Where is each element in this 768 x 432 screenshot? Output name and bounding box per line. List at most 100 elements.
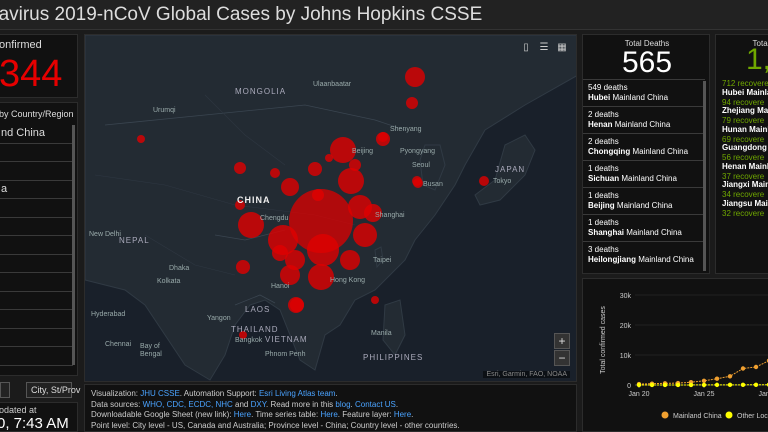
list-item[interactable]: 549 deaths Hubei Mainland China — [583, 79, 705, 106]
case-bubble[interactable] — [413, 178, 423, 188]
feature-layer-link[interactable]: Here — [394, 410, 411, 419]
map-label-dhaka: Dhaka — [169, 265, 190, 272]
case-bubble[interactable] — [325, 154, 333, 162]
jhu-csse-link[interactable]: JHU CSSE — [140, 389, 180, 398]
list-item[interactable] — [0, 347, 73, 366]
esri-living-atlas-link[interactable]: Esri Living Atlas team — [259, 389, 335, 398]
total-recovered-panel[interactable]: Total 1, 712 recovereHubei Mainland 94 r… — [715, 34, 768, 274]
list-item[interactable]: 1 deaths Beijing Mainland China — [583, 187, 705, 214]
confirmed-cases-chart-panel[interactable]: Total confirmed cases 0 10k 20k 30k Jan 20 Jan… — [582, 278, 768, 432]
info-line-visualization: Visualization: JHU CSSE. Automation Supp… — [91, 389, 570, 400]
total-confirmed-panel: onfirmed 344 — [0, 34, 78, 98]
case-bubble[interactable] — [371, 296, 379, 304]
legend-list-icon[interactable]: ☰ — [537, 41, 551, 55]
map-label-chengdu: Chengdu — [260, 215, 289, 222]
case-bubble[interactable] — [234, 162, 246, 174]
info-line-point-level: Point level: City level - US, Canada and… — [91, 420, 460, 430]
tab-city-state-province[interactable]: City, St/Prov — [26, 382, 80, 398]
map-view[interactable]: MONGOLIA CHINA JAPAN NEPAL THAILAND VIET… — [84, 34, 577, 382]
list-item[interactable] — [0, 292, 73, 310]
map-label-new-delhi: New Delhi — [89, 231, 121, 238]
list-item[interactable] — [0, 162, 73, 181]
confirmed-by-country-panel[interactable]: by Country/Region nd China a — [0, 102, 78, 376]
deaths-list[interactable]: 549 deaths Hubei Mainland China 2 deaths H… — [583, 79, 705, 268]
case-bubble[interactable] — [353, 223, 377, 247]
list-item[interactable]: 34 recovere Jiangsu Main — [716, 190, 768, 209]
list-item[interactable] — [0, 255, 73, 273]
list-item[interactable]: 712 recovereHubei Mainland — [716, 79, 768, 98]
death-place: Beijing — [588, 201, 615, 210]
blog-link[interactable]: blog — [335, 400, 350, 409]
zoom-in-button[interactable]: + — [554, 333, 570, 349]
death-place: Hubei — [588, 93, 611, 102]
bookmarks-icon[interactable]: ▯ — [519, 41, 533, 55]
list-item[interactable] — [0, 199, 73, 218]
case-bubble[interactable] — [270, 168, 280, 178]
death-count: 1 deaths — [588, 164, 619, 173]
map-label-bay-of-bengal: Bay of Bengal — [140, 343, 162, 358]
list-item[interactable]: 37 recovere Jiangxi Main — [716, 172, 768, 191]
list-item[interactable]: 1 deaths Sichuan Mainland China — [583, 160, 705, 187]
case-bubble[interactable] — [349, 159, 361, 171]
list-item[interactable] — [0, 236, 73, 255]
case-bubble[interactable] — [376, 132, 390, 146]
chart-point — [753, 364, 759, 370]
map-label-shanghai: Shanghai — [375, 212, 405, 219]
total-confirmed-label: onfirmed — [0, 39, 42, 51]
scrollbar[interactable] — [703, 81, 706, 271]
chart-legend-label: Other Locations — [737, 413, 768, 420]
dxy-link[interactable]: DXY — [251, 400, 266, 409]
case-bubble[interactable] — [406, 97, 418, 109]
tab-country[interactable] — [0, 382, 10, 398]
map-label-hanoi: Hanoi — [271, 283, 290, 290]
data-source-links[interactable]: WHO, CDC, ECDC, NHC — [143, 400, 233, 409]
list-item[interactable]: 32 recovere — [716, 209, 768, 228]
case-bubble[interactable] — [479, 176, 489, 186]
list-item[interactable]: 56 recovere Henan Mainl — [716, 153, 768, 172]
case-bubble[interactable] — [308, 162, 322, 176]
scrollbar[interactable] — [72, 125, 75, 365]
case-bubble[interactable] — [281, 178, 299, 196]
google-sheet-link[interactable]: Here — [234, 410, 251, 419]
map-label-manila: Manila — [371, 330, 392, 337]
list-item[interactable]: 2 deaths Henan Mainland China — [583, 106, 705, 133]
case-bubble[interactable] — [280, 265, 300, 285]
list-item[interactable]: 3 deaths Heilongjiang Mainland China — [583, 241, 705, 268]
zoom-out-button[interactable]: − — [554, 350, 570, 366]
case-bubble[interactable] — [307, 234, 339, 266]
list-item[interactable]: 94 recovere Zhejiang Ma — [716, 98, 768, 117]
map-label-urumqi: Urumqi — [153, 107, 176, 114]
recovered-list[interactable]: 712 recovereHubei Mainland 94 recovereZh… — [716, 79, 768, 227]
recovered-place: Jiangxi Main — [722, 180, 768, 189]
list-item[interactable] — [0, 310, 73, 329]
case-bubble[interactable] — [405, 67, 425, 87]
case-bubble[interactable] — [137, 135, 145, 143]
country-list[interactable]: nd China a — [0, 125, 73, 366]
list-item[interactable]: nd China — [0, 125, 73, 144]
basemap-gallery-icon[interactable]: ▦ — [555, 41, 569, 55]
case-bubble[interactable] — [236, 260, 250, 274]
death-region: Mainland China — [621, 174, 677, 183]
list-item[interactable] — [0, 329, 73, 347]
list-item[interactable]: 79 recovere Hunan Mainl — [716, 116, 768, 135]
list-item[interactable]: 69 recovere Guangdong — [716, 135, 768, 154]
list-item[interactable] — [0, 218, 73, 236]
list-item[interactable]: 2 deaths Chongqing Mainland China — [583, 133, 705, 160]
case-bubble[interactable] — [340, 250, 360, 270]
list-item[interactable] — [0, 273, 73, 292]
total-deaths-value: 565 — [621, 46, 673, 79]
case-bubble[interactable] — [288, 297, 304, 313]
case-bubble[interactable] — [338, 168, 364, 194]
recovered-place: Hubei Mainland — [722, 87, 768, 97]
case-bubble[interactable] — [272, 245, 288, 261]
death-region: Mainland China — [626, 228, 682, 237]
total-deaths-panel[interactable]: Total Deaths 565 549 deaths Hubei Mainlan… — [582, 34, 710, 274]
list-item[interactable]: 1 deaths Shanghai Mainland China — [583, 214, 705, 241]
confirmed-cases-chart[interactable]: Total confirmed cases 0 10k 20k 30k Jan 20 Jan… — [583, 279, 768, 432]
list-item[interactable]: a — [0, 181, 73, 199]
map-label-hyderabad: Hyderabad — [91, 311, 126, 318]
last-updated-label: odated at — [0, 405, 37, 415]
time-series-link[interactable]: Here — [320, 410, 337, 419]
contact-us-link[interactable]: Contact US — [355, 400, 396, 409]
list-item[interactable] — [0, 144, 73, 162]
